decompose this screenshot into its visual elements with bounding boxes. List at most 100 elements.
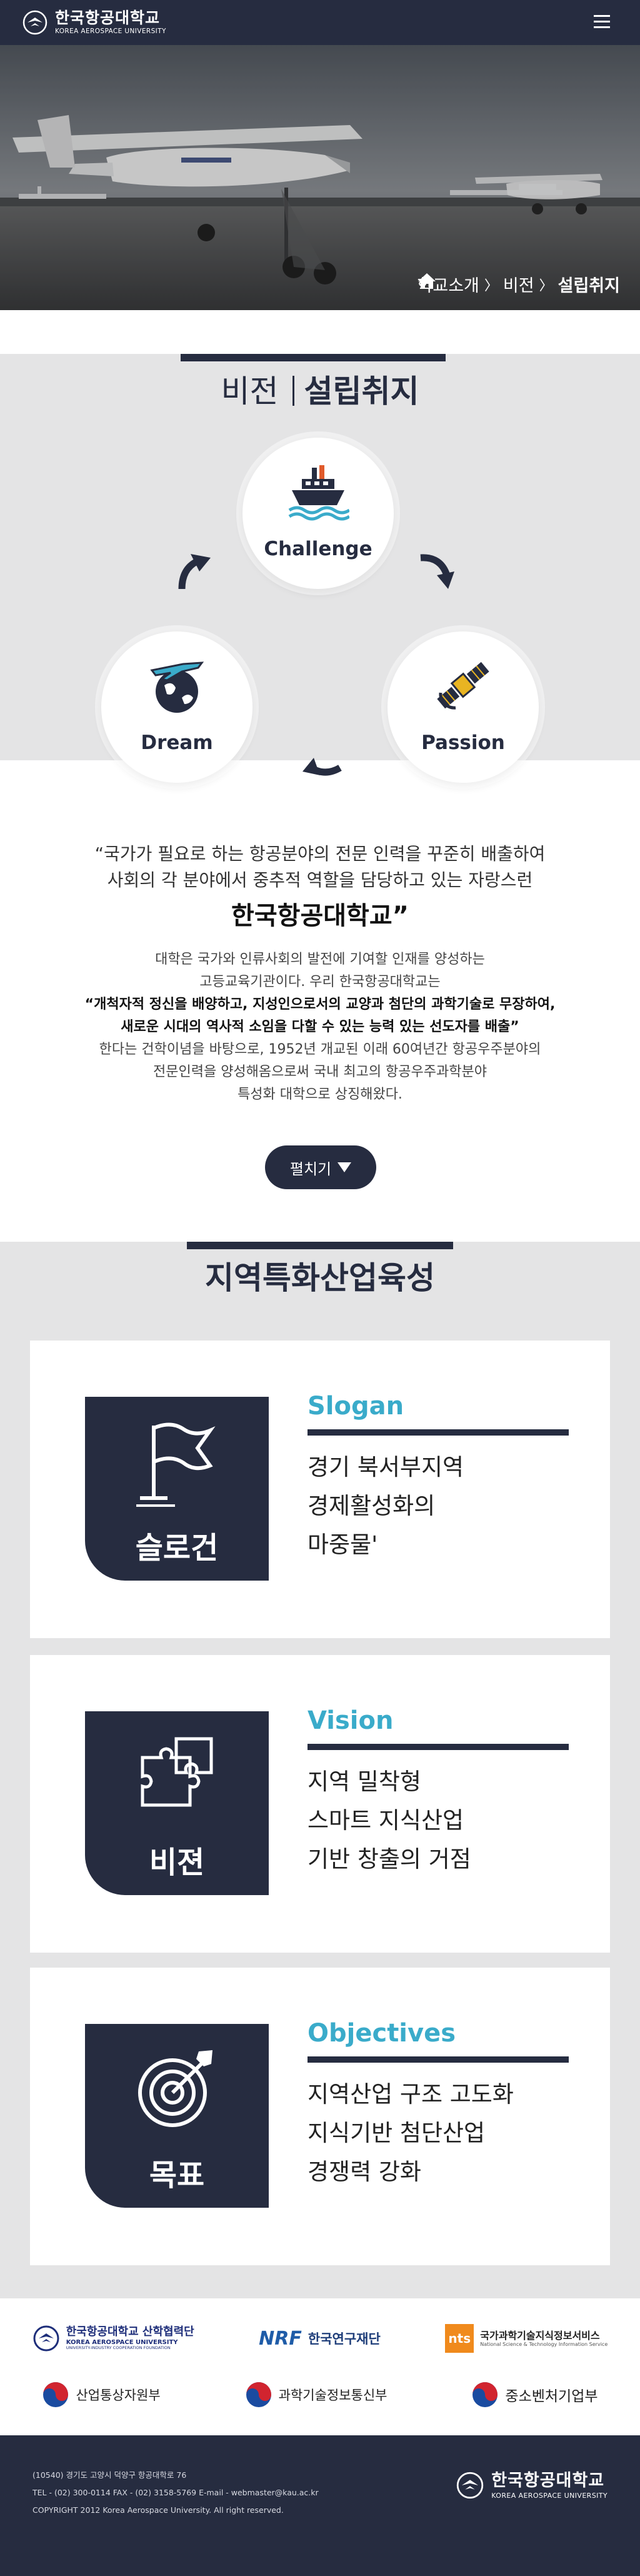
region-title-rule: [187, 1242, 453, 1249]
objectives-card: 목표 Objectives 지역산업 구조 고도화 지식기반 첨단산업 경쟁력 …: [30, 1968, 610, 2265]
partner-nrf[interactable]: NRF 한국연구재단: [259, 2328, 381, 2350]
triangle-down-icon: [338, 1162, 352, 1172]
intro-quote-line: “국가가 필요로 하는 항공분야의 전문 인력을 꾸준히 배출하여: [94, 843, 546, 864]
objectives-body: 지역산업 구조 고도화 지식기반 첨단산업 경쟁력 강화: [308, 2075, 514, 2191]
dream-circle: Dream: [101, 631, 252, 783]
site-footer: (10540) 경기도 고양시 덕양구 항공대학로 76 TEL - (02) …: [0, 2435, 640, 2576]
card-rule: [308, 1744, 569, 1750]
card-rule: [308, 1429, 569, 1436]
site-header: 한국항공대학교 KOREA AEROSPACE UNIVERSITY: [0, 0, 640, 45]
breadcrumb: 학교소개 〉 비전 〉 설립취지: [418, 272, 620, 296]
chevron-right-icon: 〉: [484, 278, 498, 294]
ship-icon: [288, 465, 349, 521]
objectives-heading: Objectives: [308, 2019, 456, 2048]
slogan-heading: Slogan: [308, 1392, 404, 1421]
card-line: 지식기반 첨단산업: [308, 2120, 486, 2146]
vision-title: 비전 설립취지: [0, 366, 640, 411]
logo-english-name: KOREA AEROSPACE UNIVERSITY: [55, 28, 166, 36]
taegeuk-icon: [472, 2382, 498, 2407]
passion-circle: Passion: [388, 631, 539, 783]
region-title: 지역특화산업육성: [205, 1260, 435, 1296]
university-emblem-icon: [22, 10, 48, 35]
government-logos-row: 산업통상자원부 과학기술정보통신부 중소벤처기업부: [0, 2370, 640, 2420]
partner-mss[interactable]: 중소벤처기업부: [471, 2381, 598, 2408]
card-line: 스마트 지식산업: [308, 1807, 464, 1834]
footer-logo-english: KOREA AEROSPACE UNIVERSITY: [491, 2491, 608, 2500]
intro-description: 대학은 국가와 인류사회의 발전에 기여할 인재를 양성하는 고등교육기관이다.…: [0, 948, 640, 1106]
partner-ntis-en: National Science & Technology Informatio…: [480, 2341, 608, 2347]
vision-tile: 비젼: [85, 1711, 269, 1895]
hamburger-icon[interactable]: [594, 15, 610, 29]
card-line: 마중물': [308, 1531, 378, 1558]
partner-kau-foundation[interactable]: 한국항공대학교 산학협력단 KOREA AEROSPACE UNIVERSITY…: [32, 2325, 194, 2352]
vision-title-main: 비전: [221, 373, 279, 410]
partner-msit[interactable]: 과학기술정보통신부: [245, 2381, 388, 2408]
hero-airplane-image: [0, 45, 640, 310]
breadcrumb-item-current: 설립취지: [558, 276, 620, 296]
desc-line: 대학은 국가와 인류사회의 발전에 기여할 인재를 양성하는: [155, 952, 485, 967]
desc-bold-line: 새로운 시대의 역사적 소임을 다할 수 있는 능력 있는 선도자를 배출”: [121, 1019, 519, 1035]
vision-tile-label: 비젼: [149, 1845, 205, 1880]
passion-label: Passion: [421, 732, 505, 754]
card-line: 지역산업 구조 고도화: [308, 2081, 514, 2108]
intro-quote: “국가가 필요로 하는 항공분야의 전문 인력을 꾸준히 배출하여 사회의 각 …: [0, 841, 640, 893]
footer-logo-korean: 한국항공대학교: [491, 2470, 605, 2490]
cycle-arrow-icon: [420, 554, 454, 589]
title-divider: [292, 376, 294, 406]
vision-title-rule: [181, 354, 446, 361]
card-line: 지역 밀착형: [308, 1768, 421, 1795]
home-icon[interactable]: [418, 272, 436, 289]
partner-motie[interactable]: 산업통상자원부: [42, 2381, 161, 2408]
partner-kau-en2: UNIVERSITY-INDUSTRY COOPERATION FOUNDATI…: [66, 2345, 171, 2351]
dream-label: Dream: [141, 732, 213, 754]
taegeuk-icon: [43, 2382, 69, 2407]
expand-button[interactable]: 펼치기: [265, 1145, 376, 1189]
desc-line: 한다는 건학이념을 바탕으로, 1952년 개교된 이래 60여년간 항공우주분…: [99, 1042, 541, 1057]
card-line: 경기 북서부지역: [308, 1454, 464, 1481]
hero-banner: 학교소개 〉 비전 〉 설립취지: [0, 45, 640, 310]
site-logo[interactable]: 한국항공대학교 KOREA AEROSPACE UNIVERSITY: [22, 9, 166, 36]
desc-line: 고등교육기관이다. 우리 한국항공대학교는: [199, 974, 441, 990]
ntis-logo-mark: nts: [445, 2324, 474, 2353]
breadcrumb-item-vision[interactable]: 비전: [503, 272, 534, 296]
cycle-arrow-icon: [178, 554, 211, 590]
vision-title-sub: 설립취지: [304, 373, 419, 410]
footer-info: (10540) 경기도 고양시 덕양구 항공대학로 76 TEL - (02) …: [32, 2467, 319, 2519]
challenge-label: Challenge: [264, 538, 372, 560]
card-line: 경쟁력 강화: [308, 2158, 421, 2185]
footer-address: (10540) 경기도 고양시 덕양구 항공대학로 76: [32, 2470, 187, 2480]
vision-card: 비젼 Vision 지역 밀착형 스마트 지식산업 기반 창출의 거점: [30, 1655, 610, 1953]
slogan-card: 슬로건 Slogan 경기 북서부지역 경제활성화의 마중물': [30, 1341, 610, 1638]
chevron-right-icon: 〉: [539, 278, 553, 294]
footer-logo[interactable]: 한국항공대학교 KOREA AEROSPACE UNIVERSITY: [456, 2472, 608, 2499]
desc-line: 전문인력을 양성해옴으로써 국내 최고의 항공우주과학분야: [153, 1064, 487, 1080]
cycle-arrow-icon: [302, 758, 342, 776]
intro-quote-line: 사회의 각 분야에서 중추적 역할을 담당하고 있는 자랑스런: [107, 870, 533, 890]
vision-heading: Vision: [308, 1706, 394, 1735]
footer-contact: TEL - (02) 300-0114 FAX - (02) 3158-5769…: [32, 2488, 319, 2497]
footer-copyright: COPYRIGHT 2012 Korea Aerospace Universit…: [32, 2505, 284, 2515]
university-emblem-icon: [457, 2472, 484, 2499]
target-icon: [138, 2050, 212, 2127]
slogan-tile-label: 슬로건: [135, 1531, 219, 1566]
partner-kau-name: 한국항공대학교 산학협력단: [66, 2325, 194, 2339]
partner-ntis[interactable]: nts 국가과학기술지식정보서비스 National Science & Tec…: [445, 2324, 608, 2353]
university-emblem-icon: [33, 2325, 59, 2352]
slogan-tile: 슬로건: [85, 1397, 269, 1581]
card-line: 경제활성화의: [308, 1492, 436, 1519]
logo-korean-name: 한국항공대학교: [55, 9, 161, 28]
vision-body: 지역 밀착형 스마트 지식산업 기반 창출의 거점: [308, 1763, 471, 1879]
satellite-icon: [437, 662, 489, 710]
partner-ntis-name: 국가과학기술지식정보서비스: [480, 2329, 600, 2342]
airplane-globe-icon: [150, 662, 204, 713]
flag-icon: [136, 1422, 216, 1507]
taegeuk-icon: [246, 2382, 271, 2407]
card-line: 기반 창출의 거점: [308, 1846, 471, 1873]
partner-logos-row: 한국항공대학교 산학협력단 KOREA AEROSPACE UNIVERSITY…: [0, 2313, 640, 2363]
card-rule: [308, 2056, 569, 2063]
partner-nrf-name: 한국연구재단: [308, 2332, 381, 2347]
desc-bold-line: “개척자적 정신을 배양하고, 지성인으로서의 교양과 첨단의 과학기술로 무장…: [84, 997, 556, 1012]
desc-line: 특성화 대학으로 상징해왔다.: [238, 1087, 402, 1102]
partner-mss-name: 중소벤처기업부: [505, 2388, 598, 2405]
objectives-tile-label: 목표: [149, 2158, 205, 2193]
